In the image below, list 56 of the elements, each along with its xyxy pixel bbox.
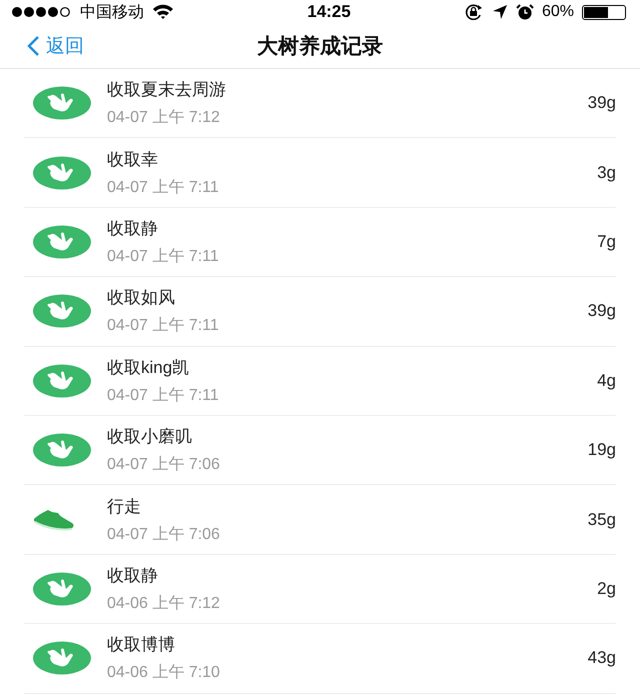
battery-icon — [582, 4, 626, 20]
record-amount: 35g — [588, 510, 616, 530]
signal-icon — [12, 6, 72, 18]
record-row[interactable]: 收取如风 04-07 上午 7:11 39g — [24, 277, 616, 347]
record-amount: 43g — [588, 648, 616, 668]
record-amount: 3g — [597, 162, 616, 183]
location-icon — [492, 4, 508, 20]
page-title: 大树养成记录 — [257, 34, 383, 60]
hand-icon — [32, 156, 92, 190]
record-row[interactable]: 收取静 04-07 上午 7:11 7g — [24, 208, 616, 278]
record-row[interactable]: 行走 04-07 上午 7:06 35g — [24, 485, 616, 555]
record-title: 行走 — [107, 496, 142, 518]
record-title: 收取静 — [107, 564, 159, 587]
chevron-left-icon — [26, 35, 40, 57]
hand-icon — [32, 224, 92, 259]
record-time: 04-07 上午 7:06 — [107, 524, 221, 545]
record-time: 04-06 上午 7:12 — [107, 594, 221, 614]
record-time: 04-07 上午 7:06 — [107, 454, 221, 476]
hand-icon — [32, 572, 92, 606]
record-time: 04-07 上午 7:11 — [107, 246, 220, 267]
record-title: 收取如风 — [107, 287, 176, 310]
status-time: 14:25 — [307, 2, 351, 22]
record-row[interactable]: 收取静 04-06 上午 7:12 2g — [24, 554, 616, 624]
record-title: 收取静 — [107, 218, 159, 240]
record-row[interactable]: 收取幸 04-07 上午 7:11 3g — [24, 138, 616, 208]
record-row[interactable]: 收取king凯 04-07 上午 7:11 4g — [24, 346, 616, 416]
record-row[interactable]: 收取夏末去周游 04-07 上午 7:12 39g — [24, 69, 616, 138]
hand-icon — [32, 86, 92, 120]
alarm-icon — [516, 4, 534, 20]
record-amount: 4g — [597, 370, 616, 391]
record-time: 04-07 上午 7:12 — [107, 108, 221, 128]
record-time: 04-07 上午 7:11 — [107, 386, 220, 406]
record-title: 收取king凯 — [107, 356, 190, 379]
wifi-icon — [152, 4, 174, 20]
record-time: 04-07 上午 7:11 — [107, 316, 220, 336]
record-title: 收取夏末去周游 — [107, 79, 227, 102]
record-amount: 39g — [588, 301, 616, 322]
hand-icon — [32, 294, 92, 328]
record-time: 04-07 上午 7:11 — [107, 178, 220, 198]
record-amount: 7g — [597, 232, 616, 252]
hand-icon — [32, 433, 92, 468]
hand-icon — [32, 364, 92, 398]
record-row[interactable]: 收取小磨叽 04-07 上午 7:06 19g — [24, 416, 616, 486]
carrier-name: 中国移动 — [80, 2, 144, 22]
record-title: 收取博博 — [107, 634, 176, 656]
record-amount: 19g — [588, 440, 616, 460]
record-amount: 2g — [597, 578, 616, 599]
record-time: 04-06 上午 7:10 — [107, 662, 221, 684]
record-amount: 39g — [588, 93, 616, 114]
back-button[interactable]: 返回 — [0, 33, 84, 59]
hand-icon — [32, 641, 92, 676]
battery-percent: 60% — [542, 3, 574, 21]
rotation-lock-icon — [464, 4, 484, 20]
record-title: 收取小磨叽 — [107, 426, 193, 448]
record-title: 收取幸 — [107, 148, 159, 171]
record-row[interactable]: 收取博博 04-06 上午 7:10 43g — [24, 624, 616, 694]
